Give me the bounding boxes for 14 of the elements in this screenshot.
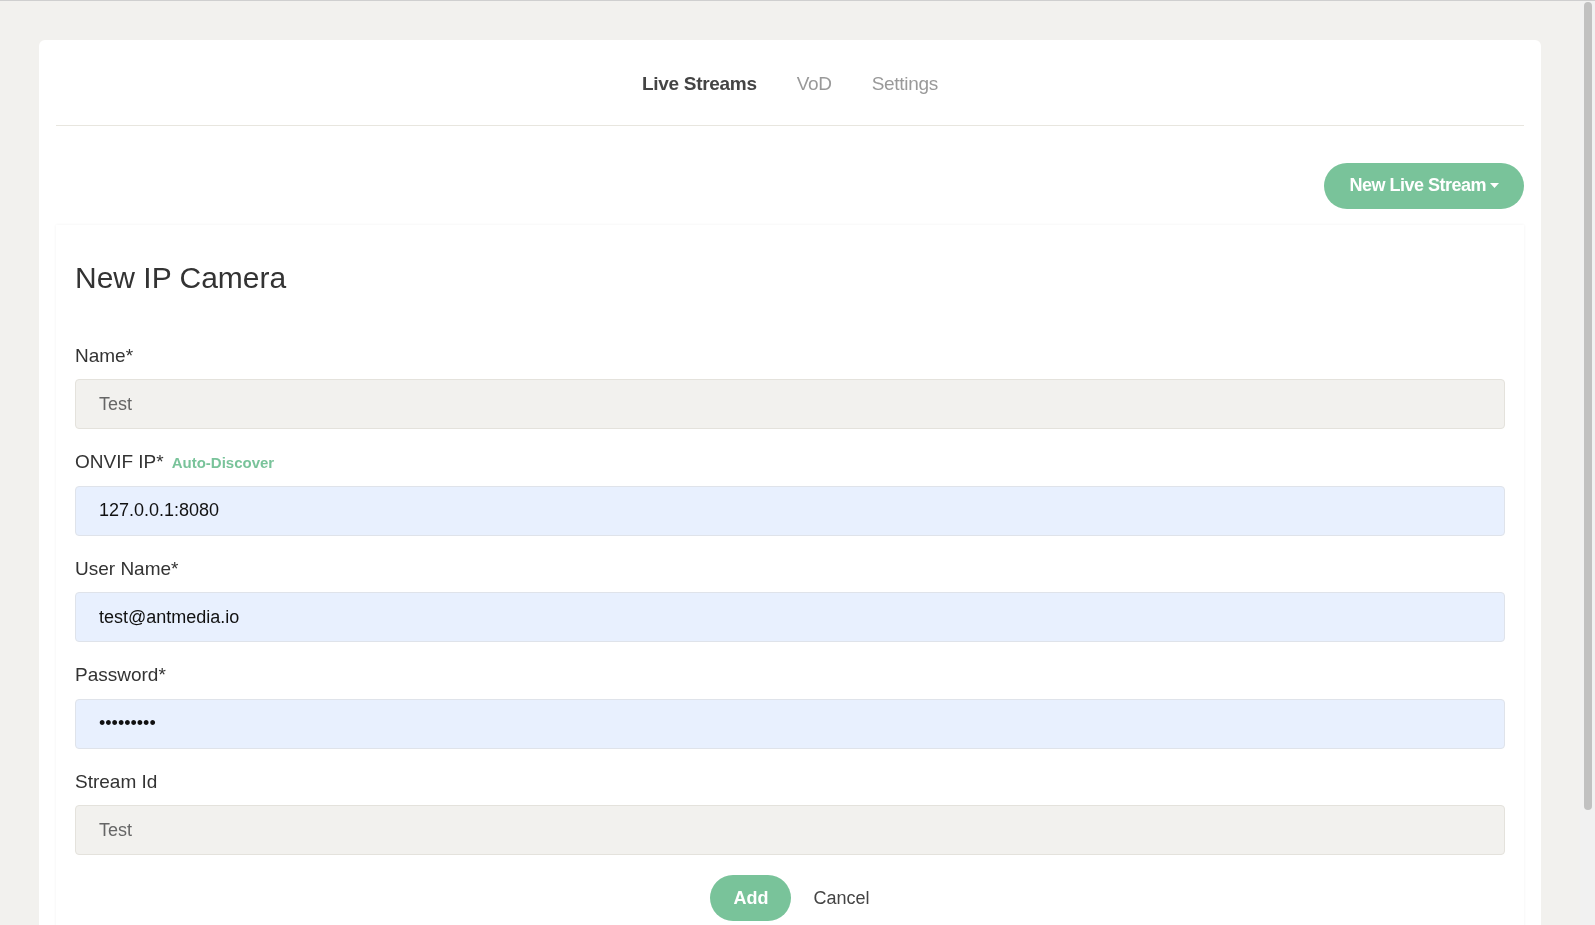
input-field[interactable]: ••••••••• <box>75 698 1505 749</box>
nav-tab[interactable]: VoD <box>796 70 832 99</box>
field-label: ONVIF IP* <box>75 450 164 474</box>
nav-tab[interactable]: Settings <box>871 70 938 99</box>
field-label: User Name* <box>75 556 179 581</box>
input-field[interactable]: 127.0.0.1:8080 <box>75 485 1505 536</box>
cancel-button[interactable]: Cancel <box>813 875 870 921</box>
caret-icon <box>1490 183 1499 188</box>
form-title: New IP Camera <box>75 259 288 296</box>
nav-tab[interactable]: Live Streams <box>642 70 757 99</box>
field-label: Password* <box>75 663 166 687</box>
field-label: Stream Id <box>75 769 158 794</box>
input-field[interactable]: test@antmedia.io <box>75 592 1505 642</box>
field-label: Name* <box>75 343 134 368</box>
